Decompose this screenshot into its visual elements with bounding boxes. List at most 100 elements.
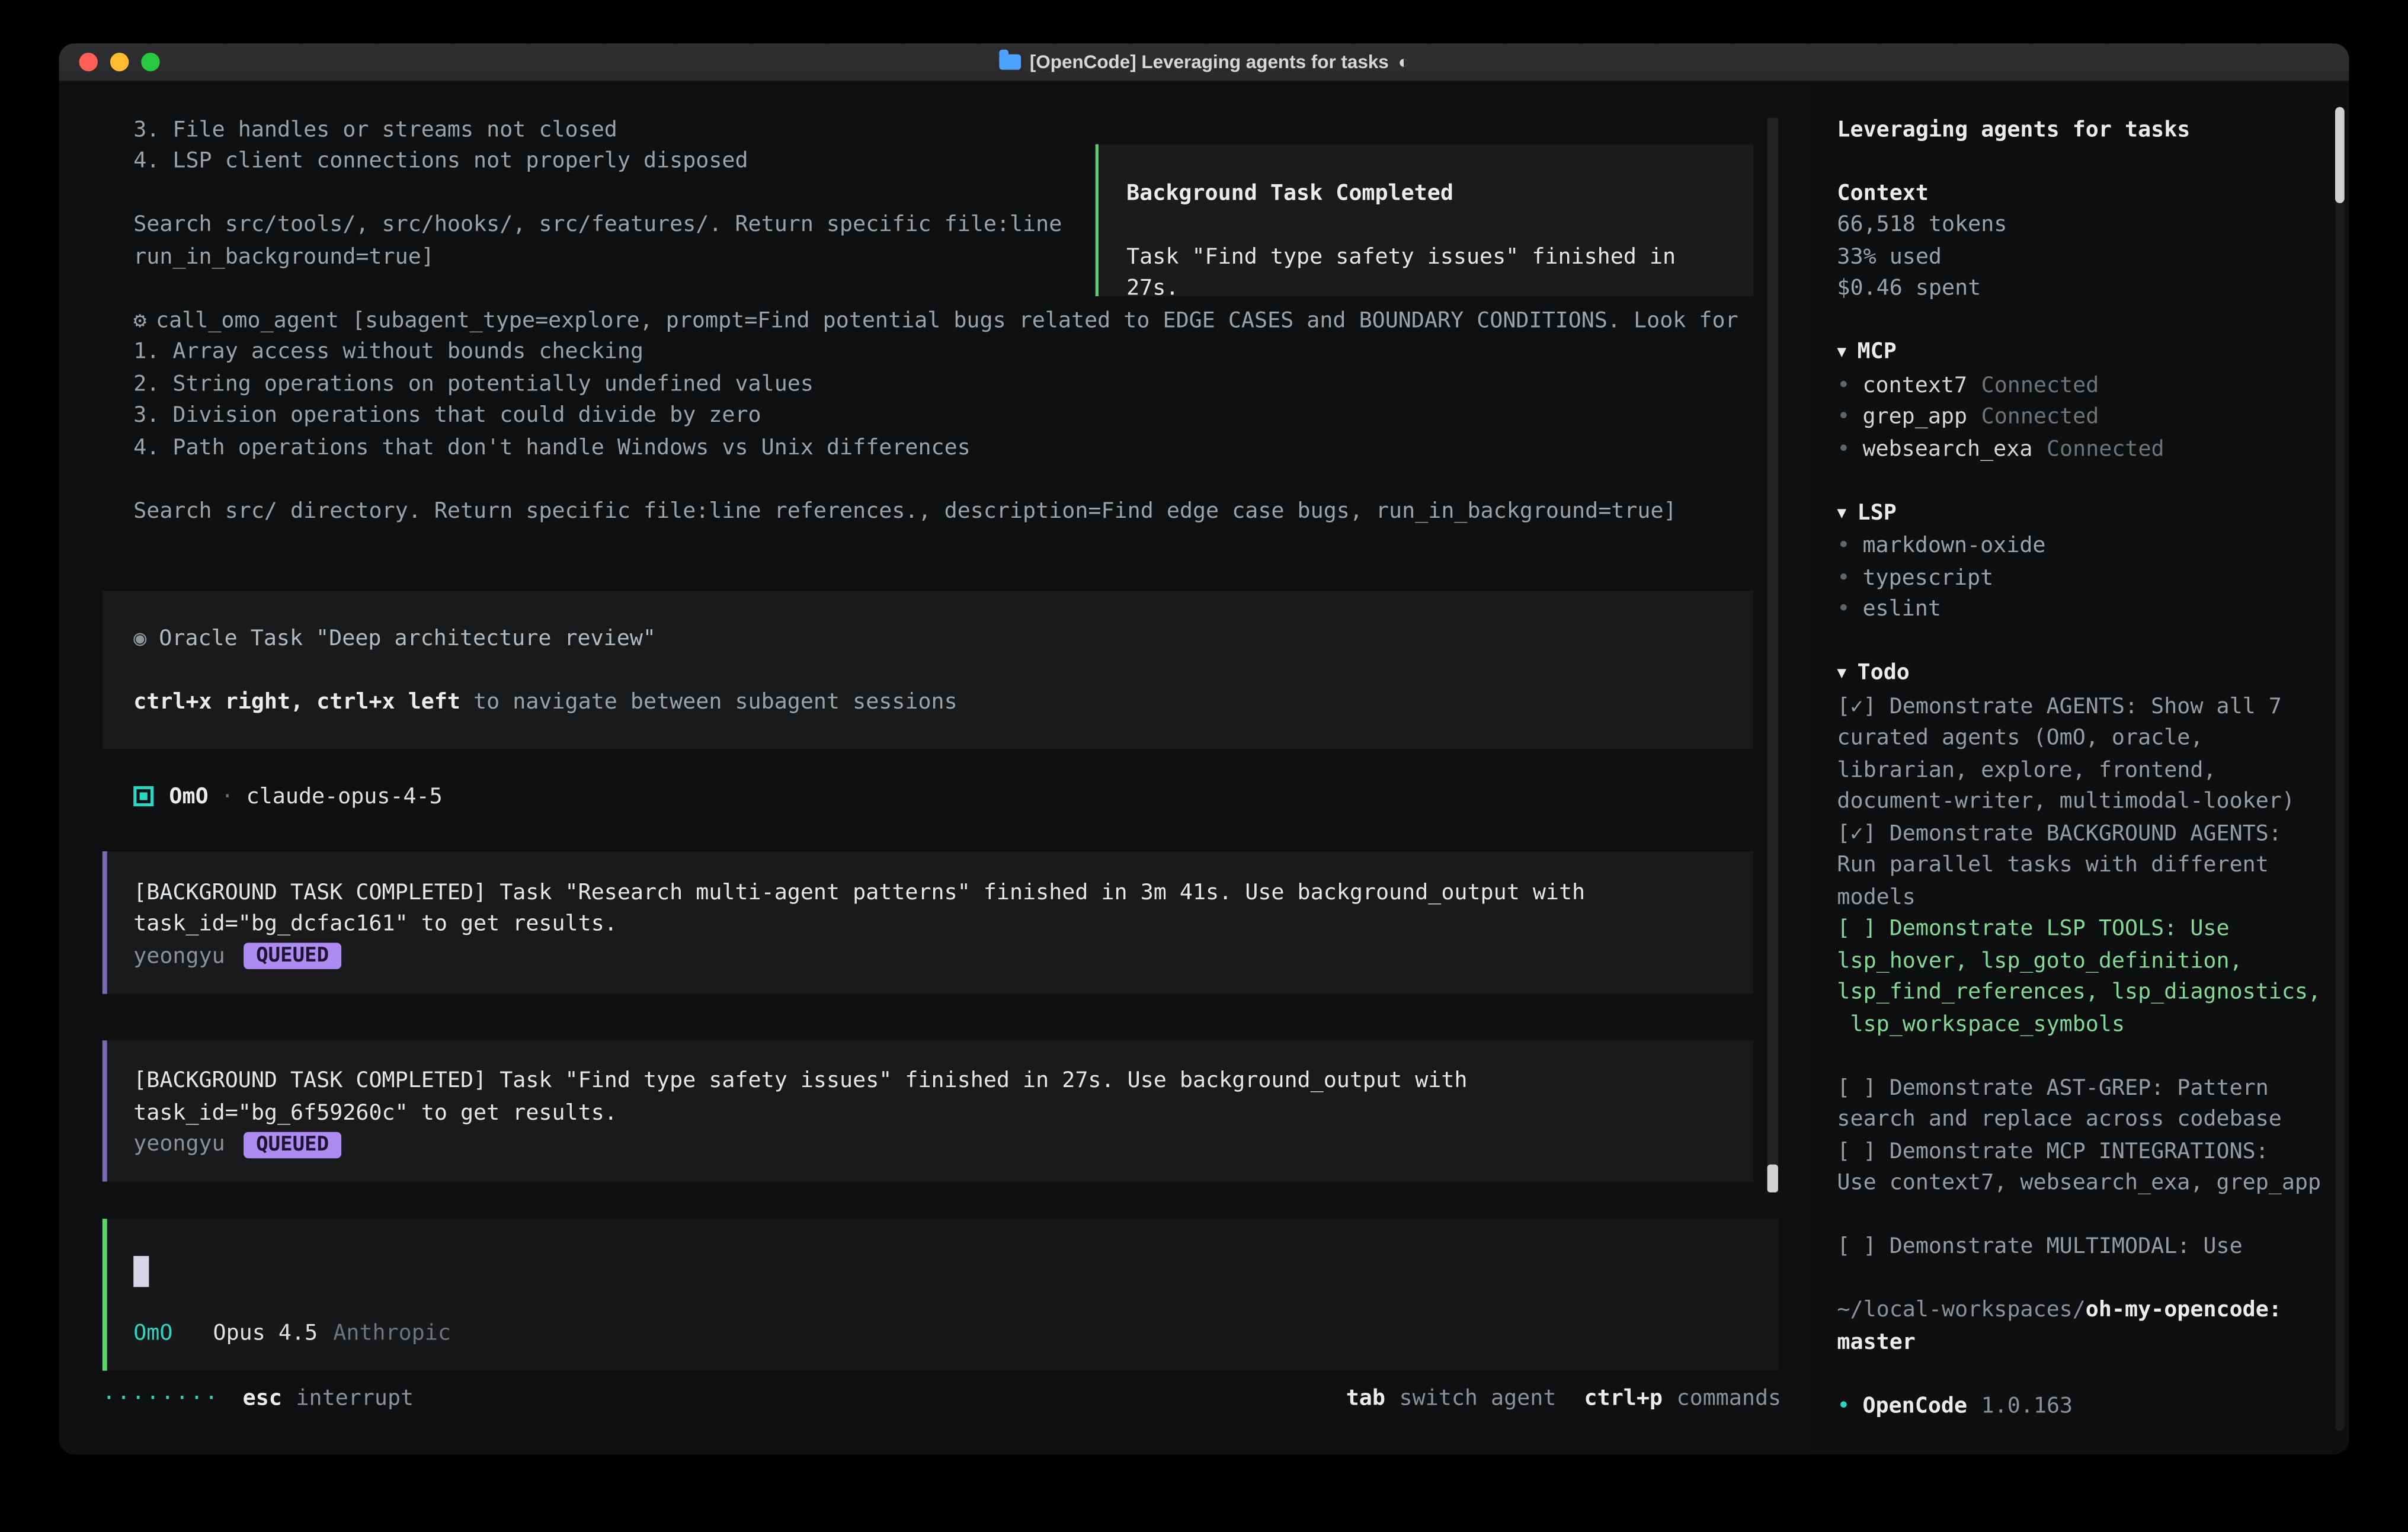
bullet-icon: • bbox=[1837, 597, 1850, 622]
zoom-button[interactable] bbox=[141, 53, 159, 71]
status-bar: ········ esc interrupt tab switch agent … bbox=[103, 1383, 1781, 1415]
main-scrollbar-thumb[interactable] bbox=[1767, 1165, 1778, 1193]
omo-agent-icon bbox=[133, 787, 153, 807]
workspace-branch: master bbox=[1837, 1329, 1915, 1354]
oracle-task-panel: ◉Oracle Task "Deep architecture review" … bbox=[103, 591, 1753, 749]
commands-label: commands bbox=[1677, 1383, 1782, 1415]
tool-call-body: 1. Array access without bounds checking … bbox=[133, 336, 1812, 527]
notification-body: Task "Find type safety issues" finished … bbox=[1126, 241, 1722, 305]
traffic-lights bbox=[79, 53, 160, 71]
queued-badge: QUEUED bbox=[244, 943, 341, 969]
oracle-task-title: ◉ Oracle Task "Deep architecture review" bbox=[133, 623, 1722, 655]
sidebar-scrollbar[interactable] bbox=[2335, 107, 2345, 1431]
oracle-navigation-hint: ctrl+x right, ctrl+x left to navigate be… bbox=[133, 686, 1722, 718]
context-spent: $0.46 spent bbox=[1837, 273, 2330, 305]
status-left: ········ esc interrupt bbox=[103, 1383, 414, 1415]
tool-call-header: ⚙ call_omo_agent [subagent_type=explore, … bbox=[133, 305, 1812, 336]
tool-call-block: ⚙ call_omo_agent [subagent_type=explore, … bbox=[133, 305, 1812, 527]
interrupt-label: interrupt bbox=[296, 1383, 414, 1415]
bullet-icon: • bbox=[1837, 565, 1850, 590]
workspace-prefix: ~/local-workspaces/ bbox=[1837, 1298, 2085, 1323]
triangle-down-icon: ▼ bbox=[1837, 665, 1846, 682]
gear-icon: ⚙ bbox=[133, 308, 146, 333]
fisheye-icon: ◉ bbox=[133, 626, 146, 650]
bullet-icon: • bbox=[1837, 405, 1850, 430]
todo-item: [✓] Demonstrate AGENTS: Show all 7 curat… bbox=[1837, 691, 2330, 818]
ctrl-p-key-label: ctrl+p bbox=[1584, 1383, 1663, 1415]
todo-header: ▼Todo bbox=[1837, 658, 2330, 691]
context-header: Context bbox=[1837, 178, 2330, 210]
input-provider-label: Anthropic bbox=[333, 1317, 451, 1349]
message-card: [BACKGROUND TASK COMPLETED] Task "Resear… bbox=[103, 851, 1753, 993]
sidebar-scrollbar-thumb[interactable] bbox=[2335, 107, 2345, 203]
switch-agent-label: switch agent bbox=[1400, 1383, 1557, 1415]
tool-call-line: call_omo_agent [subagent_type=explore, p… bbox=[156, 308, 1738, 333]
bullet-icon: • bbox=[1837, 533, 1850, 558]
message-body: [BACKGROUND TASK COMPLETED] Task "Find t… bbox=[133, 1065, 1722, 1129]
workspace-repo: oh-my-opencode: bbox=[2086, 1298, 2282, 1323]
queued-badge: QUEUED bbox=[244, 1132, 341, 1158]
workspace-path: ~/local-workspaces/oh-my-opencode: master bbox=[1837, 1295, 2330, 1358]
sidebar: Leveraging agents for tasks Context 66,5… bbox=[1813, 82, 2349, 1454]
lsp-item: •typescript bbox=[1837, 562, 2330, 594]
window-title: [OpenCode] Leveraging agents for tasks ◐ bbox=[999, 51, 1410, 73]
context-tokens: 66,518 tokens bbox=[1837, 209, 2330, 241]
bullet-icon: • bbox=[1837, 373, 1850, 398]
mcp-item: •grep_appConnected bbox=[1837, 402, 2330, 434]
half-circle-icon: ◐ bbox=[1398, 51, 1410, 73]
window-title-text: [OpenCode] Leveraging agents for tasks bbox=[1030, 51, 1389, 73]
tab-key-label: tab bbox=[1346, 1383, 1385, 1415]
mcp-section: ▼MCP •context7Connected •grep_appConnect… bbox=[1837, 336, 2330, 465]
background-task-notification: Background Task Completed Task "Find typ… bbox=[1096, 144, 1753, 296]
separator-dot: · bbox=[221, 781, 234, 813]
todo-item: [ ] Demonstrate MCP INTEGRATIONS: Use co… bbox=[1837, 1136, 2330, 1199]
desktop: [OpenCode] Leveraging agents for tasks ◐… bbox=[0, 0, 2408, 1532]
triangle-down-icon: ▼ bbox=[1837, 344, 1846, 361]
notification-title: Background Task Completed bbox=[1126, 178, 1722, 210]
minimize-button[interactable] bbox=[110, 53, 129, 71]
todo-section: ▼Todo [✓] Demonstrate AGENTS: Show all 7… bbox=[1837, 658, 2330, 1263]
agent-header: OmO · claude-opus-4-5 bbox=[133, 781, 1812, 813]
triangle-down-icon: ▼ bbox=[1837, 505, 1846, 522]
bullet-icon: • bbox=[1837, 1393, 1850, 1418]
lsp-item: •markdown-oxide bbox=[1837, 530, 2330, 562]
text-cursor bbox=[133, 1256, 149, 1287]
session-title: Leveraging agents for tasks bbox=[1837, 114, 2330, 146]
message-meta: yeongyu QUEUED bbox=[133, 1129, 1722, 1161]
main-scrollbar[interactable] bbox=[1767, 118, 1778, 1193]
lsp-item: •eslint bbox=[1837, 594, 2330, 626]
prompt-input[interactable]: OmO Opus 4.5 Anthropic bbox=[103, 1219, 1778, 1371]
input-agent-label: OmO bbox=[133, 1317, 172, 1349]
esc-key-label: esc bbox=[243, 1383, 282, 1415]
opencode-version: 1.0.163 bbox=[1981, 1393, 2073, 1418]
hint-text: to navigate between subagent sessions bbox=[460, 689, 958, 714]
main-pane: 3. File handles or streams not closed 4.… bbox=[59, 82, 1813, 1454]
opencode-name: OpenCode bbox=[1862, 1393, 1967, 1418]
oracle-title-text: Oracle Task "Deep architecture review" bbox=[159, 626, 656, 650]
message-author: yeongyu bbox=[133, 1129, 225, 1161]
input-footer: OmO Opus 4.5 Anthropic bbox=[133, 1317, 1747, 1349]
todo-item: [ ] Demonstrate MULTIMODAL: Use bbox=[1837, 1231, 2330, 1263]
message-meta: yeongyu QUEUED bbox=[133, 940, 1722, 972]
context-used: 33% used bbox=[1837, 241, 2330, 273]
window-titlebar: [OpenCode] Leveraging agents for tasks ◐ bbox=[59, 43, 2349, 82]
lsp-header: ▼LSP bbox=[1837, 497, 2330, 530]
message-body: [BACKGROUND TASK COMPLETED] Task "Resear… bbox=[133, 877, 1722, 940]
lsp-section: ▼LSP •markdown-oxide •typescript •eslint bbox=[1837, 497, 2330, 626]
todo-item: [ ] Demonstrate LSP TOOLS: Use lsp_hover… bbox=[1837, 914, 2330, 1041]
message-card: [BACKGROUND TASK COMPLETED] Task "Find t… bbox=[103, 1040, 1753, 1181]
status-right: tab switch agent ctrl+p commands bbox=[1346, 1383, 1781, 1415]
context-section: Context 66,518 tokens 33% used $0.46 spe… bbox=[1837, 178, 2330, 305]
terminal-content: 3. File handles or streams not closed 4.… bbox=[59, 82, 2349, 1454]
close-button[interactable] bbox=[79, 53, 98, 71]
agent-name: OmO bbox=[169, 781, 208, 813]
hint-keys: ctrl+x right, ctrl+x left bbox=[133, 689, 460, 714]
mcp-item: •websearch_exaConnected bbox=[1837, 434, 2330, 466]
opencode-terminal-window: [OpenCode] Leveraging agents for tasks ◐… bbox=[59, 43, 2349, 1454]
mcp-item: •context7Connected bbox=[1837, 370, 2330, 402]
mcp-header: ▼MCP bbox=[1837, 336, 2330, 370]
spinner-dots: ········ bbox=[103, 1383, 220, 1415]
todo-item: [✓] Demonstrate BACKGROUND AGENTS: Run p… bbox=[1837, 818, 2330, 914]
message-author: yeongyu bbox=[133, 940, 225, 972]
input-model-label: Opus 4.5 bbox=[213, 1317, 318, 1349]
